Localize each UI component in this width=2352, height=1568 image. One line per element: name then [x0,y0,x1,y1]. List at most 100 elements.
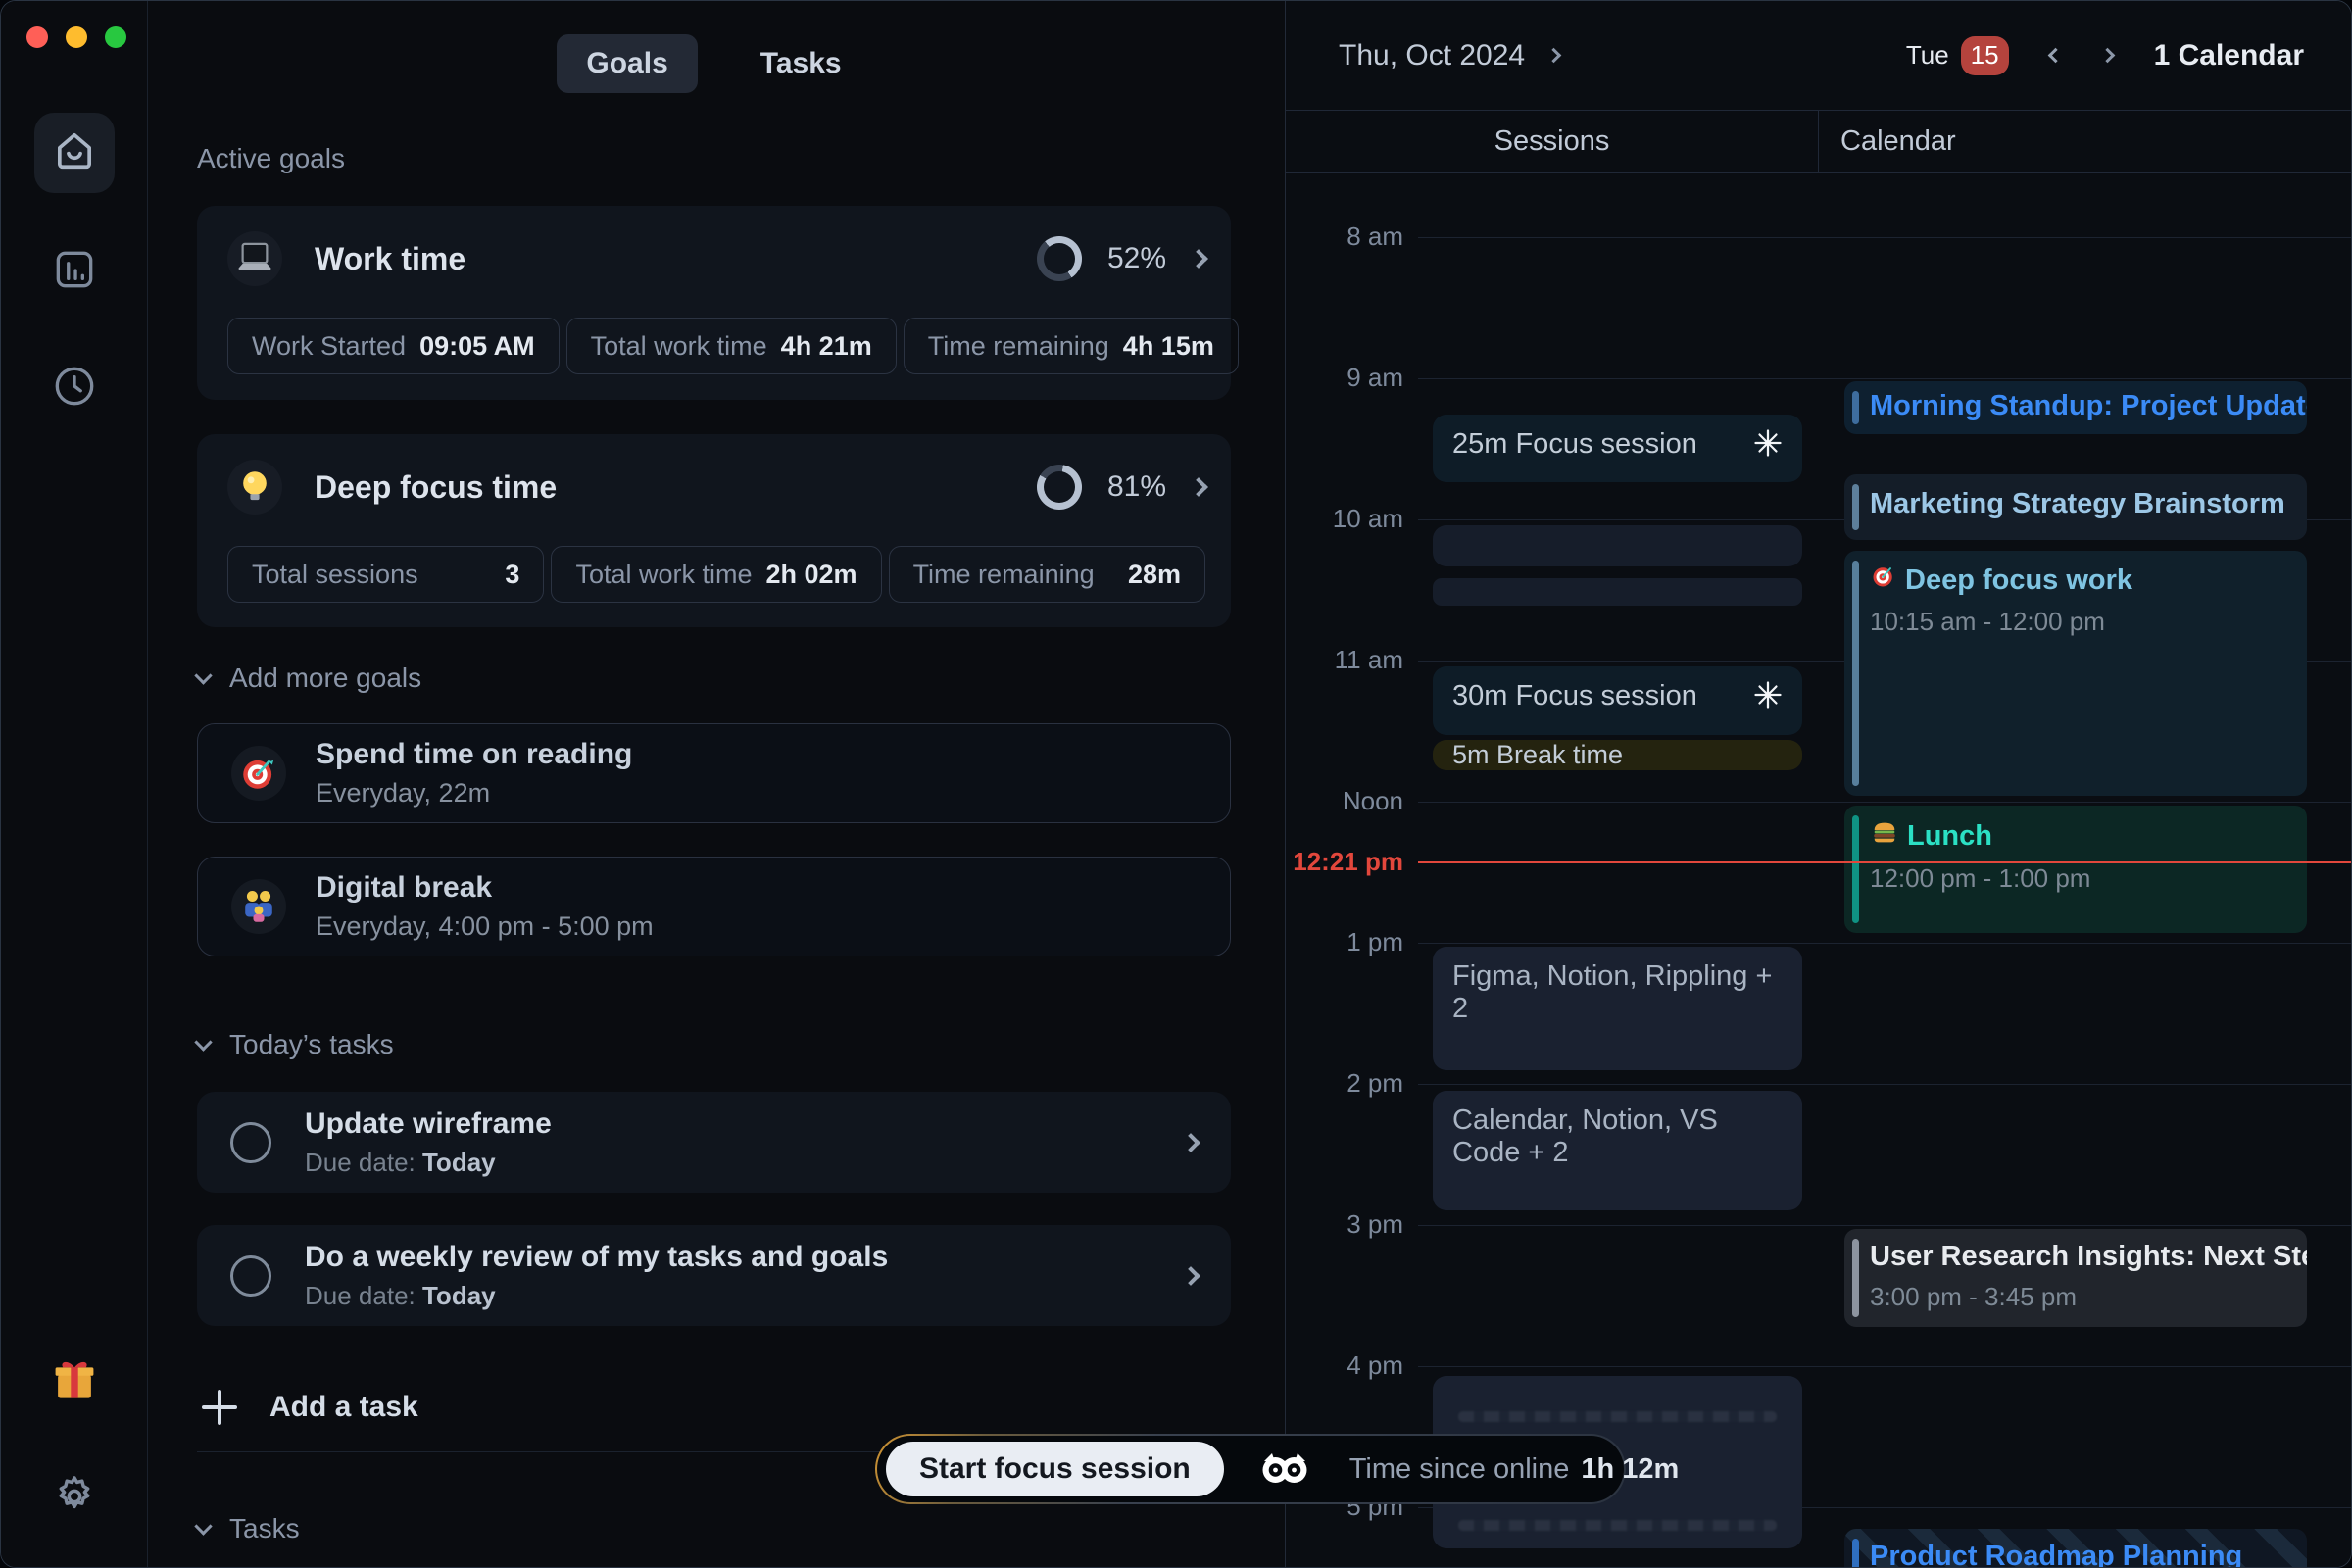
todays-tasks-toggle[interactable]: Today’s tasks [197,1029,1231,1060]
sparkle-icon [1753,428,1783,463]
task-title: Do a weekly review of my tasks and goals [305,1241,888,1274]
redacted-text [1458,1411,1777,1422]
goal-percent: 81% [1107,470,1166,504]
redacted-text [1458,1520,1777,1531]
active-goals-heading: Active goals [197,143,1231,174]
event-time: 3:00 pm - 3:45 pm [1870,1282,2287,1312]
session-block-apps[interactable]: Calendar, Notion, VS Code + 2 [1433,1091,1802,1210]
sidebar-item-timer[interactable] [34,359,115,417]
sidebar-item-settings[interactable] [34,1469,115,1528]
stat-chip: Total work time 2h 02m [551,546,881,603]
stat-chip: Work Started 09:05 AM [227,318,560,374]
session-block-apps[interactable]: Figma, Notion, Rippling + 2 [1433,947,1802,1070]
session-block-unlabeled[interactable] [1433,578,1802,606]
column-header-calendar[interactable]: Calendar [1819,111,2351,172]
task-title: Update wireframe [305,1107,552,1141]
suggested-goal-reading[interactable]: Spend time on reading Everyday, 22m [197,723,1231,823]
task-row-update-wireframe[interactable]: Update wireframe Due date: Today [197,1092,1231,1193]
event-title: Marketing Strategy Brainstorm [1870,488,2287,520]
event-title: Morning Standup: Project Update [1870,390,2287,422]
hour-label: 9 am [1286,363,1403,393]
hour-label: 11 am [1286,645,1403,675]
hour-label: 4 pm [1286,1350,1403,1381]
current-time-line [1418,861,2351,863]
next-day-button[interactable] [2099,48,2115,64]
calendar-count[interactable]: 1 Calendar [2154,39,2304,73]
column-header-sessions[interactable]: Sessions [1286,111,1819,172]
stat-label: Total work time [591,331,767,362]
chevron-down-icon [194,1517,212,1535]
session-block-unlabeled[interactable] [1433,525,1802,566]
jump-to-day[interactable]: Tue 15 [1906,36,2009,75]
todays-tasks-label: Today’s tasks [229,1029,394,1060]
start-focus-session-button[interactable]: Start focus session [886,1442,1224,1496]
gridline [1418,943,2351,944]
column-headers: Sessions Calendar [1286,111,2351,173]
chevron-right-icon[interactable] [1189,249,1208,269]
task-checkbox[interactable] [230,1122,271,1163]
sidebar-item-home[interactable] [34,113,115,193]
task-checkbox[interactable] [230,1255,271,1297]
add-task-label: Add a task [270,1391,418,1424]
stat-value: 28m [1128,560,1181,590]
event-title-row: Lunch [1870,817,2287,855]
event-lunch[interactable]: Lunch 12:00 pm - 1:00 pm [1844,806,2307,933]
close-window-button[interactable] [26,26,48,48]
date-selector[interactable]: Thu, Oct 2024 [1339,39,1559,73]
add-more-goals-toggle[interactable]: Add more goals [197,662,1231,694]
suggested-goal-subtitle: Everyday, 22m [316,778,632,808]
hour-label: 2 pm [1286,1068,1403,1099]
hour-label: 3 pm [1286,1209,1403,1240]
gridline [1418,1366,2351,1367]
chevron-right-icon[interactable] [1181,1266,1200,1286]
task-due-date: Due date: Today [305,1148,552,1178]
add-more-goals-label: Add more goals [229,662,421,694]
clock-icon [50,362,99,416]
chevron-right-icon[interactable] [1181,1133,1200,1152]
session-block-30m-focus[interactable]: 30m Focus session [1433,666,1802,735]
gridline [1418,802,2351,803]
chevron-right-icon[interactable] [1189,477,1208,497]
family-icon [231,879,286,934]
timeline: 8 am 9 am 10 am 11 am Noon 1 pm 2 pm 3 p… [1286,174,2351,1567]
event-morning-standup[interactable]: Morning Standup: Project Update [1844,381,2307,434]
suggested-goal-digital-break[interactable]: Digital break Everyday, 4:00 pm - 5:00 p… [197,857,1231,956]
event-title: User Research Insights: Next Steps [1870,1241,2287,1273]
sidebar-item-analytics[interactable] [34,242,115,301]
prev-day-button[interactable] [2047,48,2063,64]
tasks-section-toggle[interactable]: Tasks [197,1513,1231,1544]
minimize-window-button[interactable] [66,26,87,48]
goal-percent: 52% [1107,242,1166,275]
event-marketing-brainstorm[interactable]: Marketing Strategy Brainstorm [1844,474,2307,540]
bar-chart-icon [50,245,99,299]
gridline [1418,237,2351,238]
event-deep-focus-work[interactable]: Deep focus work 10:15 am - 12:00 pm [1844,551,2307,796]
focus-dock: Start focus session Time since online 1h… [875,1434,1626,1504]
sidebar-item-rewards[interactable] [34,1352,115,1411]
goal-card-work-time[interactable]: Work time 52% Work Started 09:05 AM Tota… [197,206,1231,400]
session-block-25m-focus[interactable]: 25m Focus session [1433,415,1802,482]
goal-card-deep-focus[interactable]: Deep focus time 81% Total sessions 3 Tot… [197,434,1231,627]
app-window: Goals Tasks Active goals Work time 52% [0,0,2352,1568]
add-task-button[interactable]: Add a task [197,1381,1231,1434]
hour-label: 10 am [1286,504,1403,534]
sparkle-icon [1753,680,1783,714]
tab-goals[interactable]: Goals [557,34,697,93]
home-icon [49,125,100,181]
session-block-break[interactable]: 5m Break time [1433,740,1802,770]
event-time: 10:15 am - 12:00 pm [1870,607,2287,637]
stat-value: 2h 02m [766,560,858,590]
tab-tasks[interactable]: Tasks [731,34,871,93]
event-title: Deep focus work [1905,564,2132,597]
task-row-weekly-review[interactable]: Do a weekly review of my tasks and goals… [197,1225,1231,1326]
event-user-research[interactable]: User Research Insights: Next Steps 3:00 … [1844,1229,2307,1327]
event-product-roadmap[interactable]: Product Roadmap Planning 5:00 pm - 6:00 … [1844,1529,2307,1567]
stat-chip: Time remaining 4h 15m [904,318,1239,374]
stat-label: Total sessions [252,560,418,590]
zoom-window-button[interactable] [105,26,126,48]
hour-label: Noon [1286,786,1403,816]
gridline [1418,378,2351,379]
owl-icon [1261,1452,1308,1486]
stat-chip: Time remaining 28m [889,546,1205,603]
event-title: Product Roadmap Planning [1870,1541,2287,1567]
